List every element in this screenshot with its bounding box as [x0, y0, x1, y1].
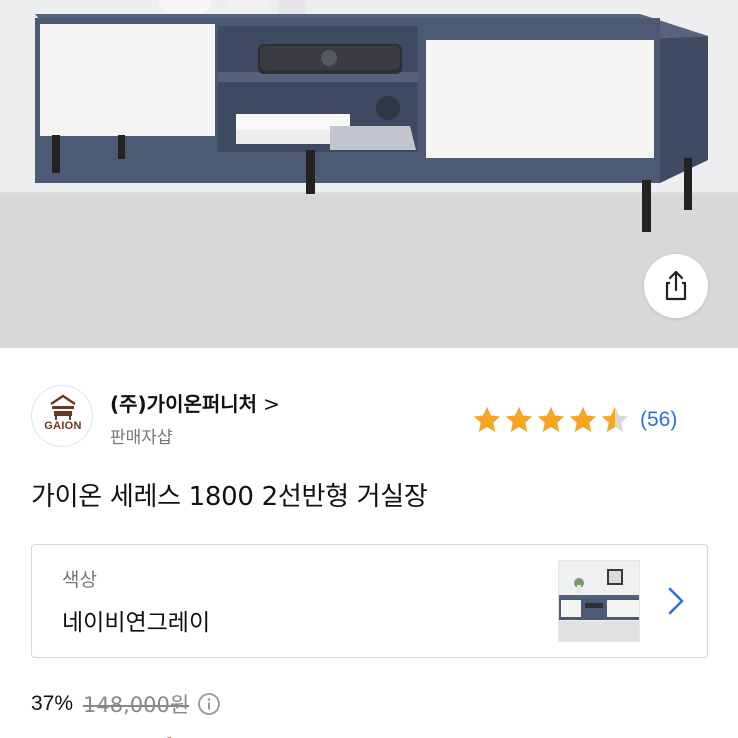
product-title: 가이온 세레스 1800 2선반형 거실장 — [31, 482, 428, 512]
star-icon — [537, 406, 565, 432]
option-value: 네이비연그레이 — [62, 610, 211, 636]
option-thumbnail-image — [559, 561, 639, 641]
star-icon — [569, 406, 597, 432]
seller-name-link[interactable]: (주)가이온퍼니처 > — [110, 388, 280, 417]
option-label: 색상 — [62, 569, 97, 591]
original-price: 148,000원 — [83, 693, 190, 717]
star-icon — [473, 406, 501, 432]
chevron-right-icon[interactable] — [664, 585, 688, 621]
share-icon — [665, 270, 687, 301]
info-icon[interactable] — [197, 692, 221, 716]
chevron-right-icon: > — [263, 392, 280, 416]
product-image — [0, 0, 738, 348]
review-count: (56) — [640, 408, 678, 431]
seller-logo[interactable]: GAION — [31, 385, 93, 447]
seller-name: (주)가이온퍼니처 — [110, 392, 258, 416]
price-row: 37% 148,000원 — [31, 688, 221, 720]
seller-subtitle: 판매자샵 — [110, 428, 173, 448]
star-icon — [505, 406, 533, 432]
star-icon — [601, 406, 629, 432]
star-rating — [472, 405, 630, 435]
seller-logo-text: GAION — [44, 420, 82, 432]
sale-price: 93,240원 — [31, 728, 174, 738]
color-option-selector[interactable]: 색상 네이비연그레이 — [31, 544, 708, 658]
option-thumbnail — [558, 560, 640, 642]
share-button[interactable] — [644, 254, 708, 318]
discount-rate: 37% — [31, 692, 74, 715]
tv-stand-photo — [0, 0, 738, 348]
rating-summary[interactable]: (56) — [472, 404, 677, 436]
seller-logo-mark — [50, 394, 76, 420]
